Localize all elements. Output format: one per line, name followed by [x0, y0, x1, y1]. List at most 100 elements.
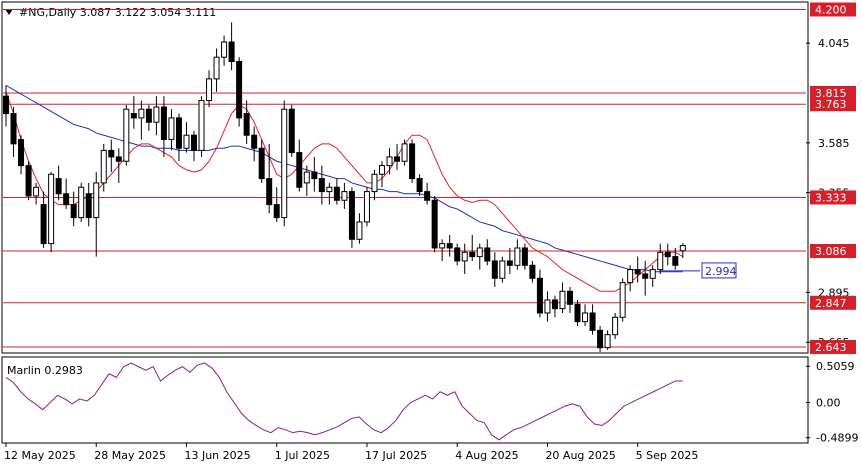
candle-body [138, 108, 145, 119]
candle-body [589, 312, 596, 331]
candle-body [409, 143, 416, 180]
candle-body [10, 113, 17, 145]
candle [431, 195, 438, 253]
candle-body [506, 260, 513, 266]
candle-body [175, 117, 182, 149]
candle-body [236, 61, 243, 119]
candle-body [642, 273, 649, 279]
candle-body [55, 178, 62, 195]
candle-body [130, 113, 137, 119]
candle-body [258, 147, 265, 180]
candle-body [70, 204, 77, 219]
candle-body [348, 191, 355, 240]
candle [236, 57, 243, 127]
candle-body [476, 247, 483, 258]
candle-body [288, 108, 295, 154]
candle-body [679, 245, 686, 252]
candle-body [514, 247, 521, 266]
oscillator-tick-label: 0.00 [816, 397, 841, 410]
candle-body [536, 277, 543, 314]
candle-body [311, 171, 318, 180]
candle-body [273, 204, 280, 219]
candle-body [3, 95, 9, 115]
candle-body [153, 106, 160, 123]
candle [78, 182, 85, 222]
candle-body [33, 186, 40, 197]
candle-body [401, 143, 408, 162]
candle-body [582, 312, 589, 323]
candle-body [634, 269, 641, 275]
candle [597, 325, 604, 352]
candle-body [664, 251, 671, 258]
candle-body [394, 156, 401, 162]
candle-body [206, 78, 213, 102]
candle-body [491, 260, 498, 279]
price-tick-label: 4.045 [818, 37, 850, 50]
candle-body [48, 173, 55, 245]
candle-body [115, 156, 122, 162]
candle-body [78, 186, 85, 219]
candle-body [160, 106, 167, 141]
time-label: 20 Aug 2025 [545, 449, 615, 462]
candle-body [191, 134, 197, 151]
time-label: 1 Jul 2025 [275, 449, 330, 462]
candle [612, 312, 619, 339]
candle-body [363, 191, 370, 223]
chart-background [0, 0, 862, 467]
candle-body [619, 282, 626, 318]
candle-body [213, 56, 220, 80]
candle-body [318, 178, 325, 193]
candle-body [612, 316, 619, 336]
candle-body [604, 334, 611, 349]
oscillator-tick-label: 0.5059 [816, 360, 855, 373]
candle-body [145, 108, 152, 123]
time-label: 13 Jun 2025 [184, 449, 250, 462]
candle-body [168, 117, 175, 141]
candle-body [424, 191, 431, 201]
candle-body [379, 165, 385, 175]
candle [281, 100, 288, 227]
candle-body [281, 108, 288, 219]
candle [48, 172, 55, 253]
oscillator-label: Marlin 0.2983 [7, 364, 83, 377]
candle-body [243, 113, 250, 136]
level-label: 3.763 [815, 98, 847, 111]
price-tick-label: 3.585 [818, 137, 850, 150]
candle-body [108, 149, 115, 158]
candle-body [18, 139, 25, 167]
candle-body [93, 182, 100, 219]
candle-body [521, 247, 528, 266]
candle [348, 187, 355, 248]
candle-body [649, 269, 656, 279]
candle [25, 161, 32, 201]
time-label: 5 Sep 2025 [636, 449, 699, 462]
candle [409, 139, 416, 183]
candle-body [333, 186, 340, 201]
candle-body [574, 303, 581, 323]
candle-body [251, 134, 258, 149]
candle-body [559, 290, 566, 310]
candle-body [529, 264, 536, 279]
candle [198, 96, 205, 157]
candle-body [469, 251, 476, 258]
candle-body [454, 247, 461, 262]
candle-body [356, 221, 363, 240]
candle-body [63, 193, 70, 206]
candle-body [296, 152, 303, 188]
candle-body [40, 204, 47, 245]
level-label: 3.333 [815, 191, 847, 204]
level-label: 3.086 [815, 245, 847, 258]
time-label: 4 Aug 2025 [455, 449, 518, 462]
candle [288, 104, 295, 157]
candle-body [341, 191, 348, 201]
chart-canvas: #NG,Daily 3.087 3.122 3.054 3.111 Marlin… [0, 0, 862, 467]
candle-body [303, 171, 310, 184]
candle-body [484, 247, 491, 262]
candle-body [123, 108, 130, 162]
candle [499, 256, 506, 283]
candle-body [25, 165, 32, 197]
candle-body [386, 156, 393, 167]
level-label: 2.643 [815, 341, 847, 354]
symbol-header: #NG,Daily 3.087 3.122 3.054 3.111 [19, 6, 216, 19]
candle [574, 299, 581, 326]
